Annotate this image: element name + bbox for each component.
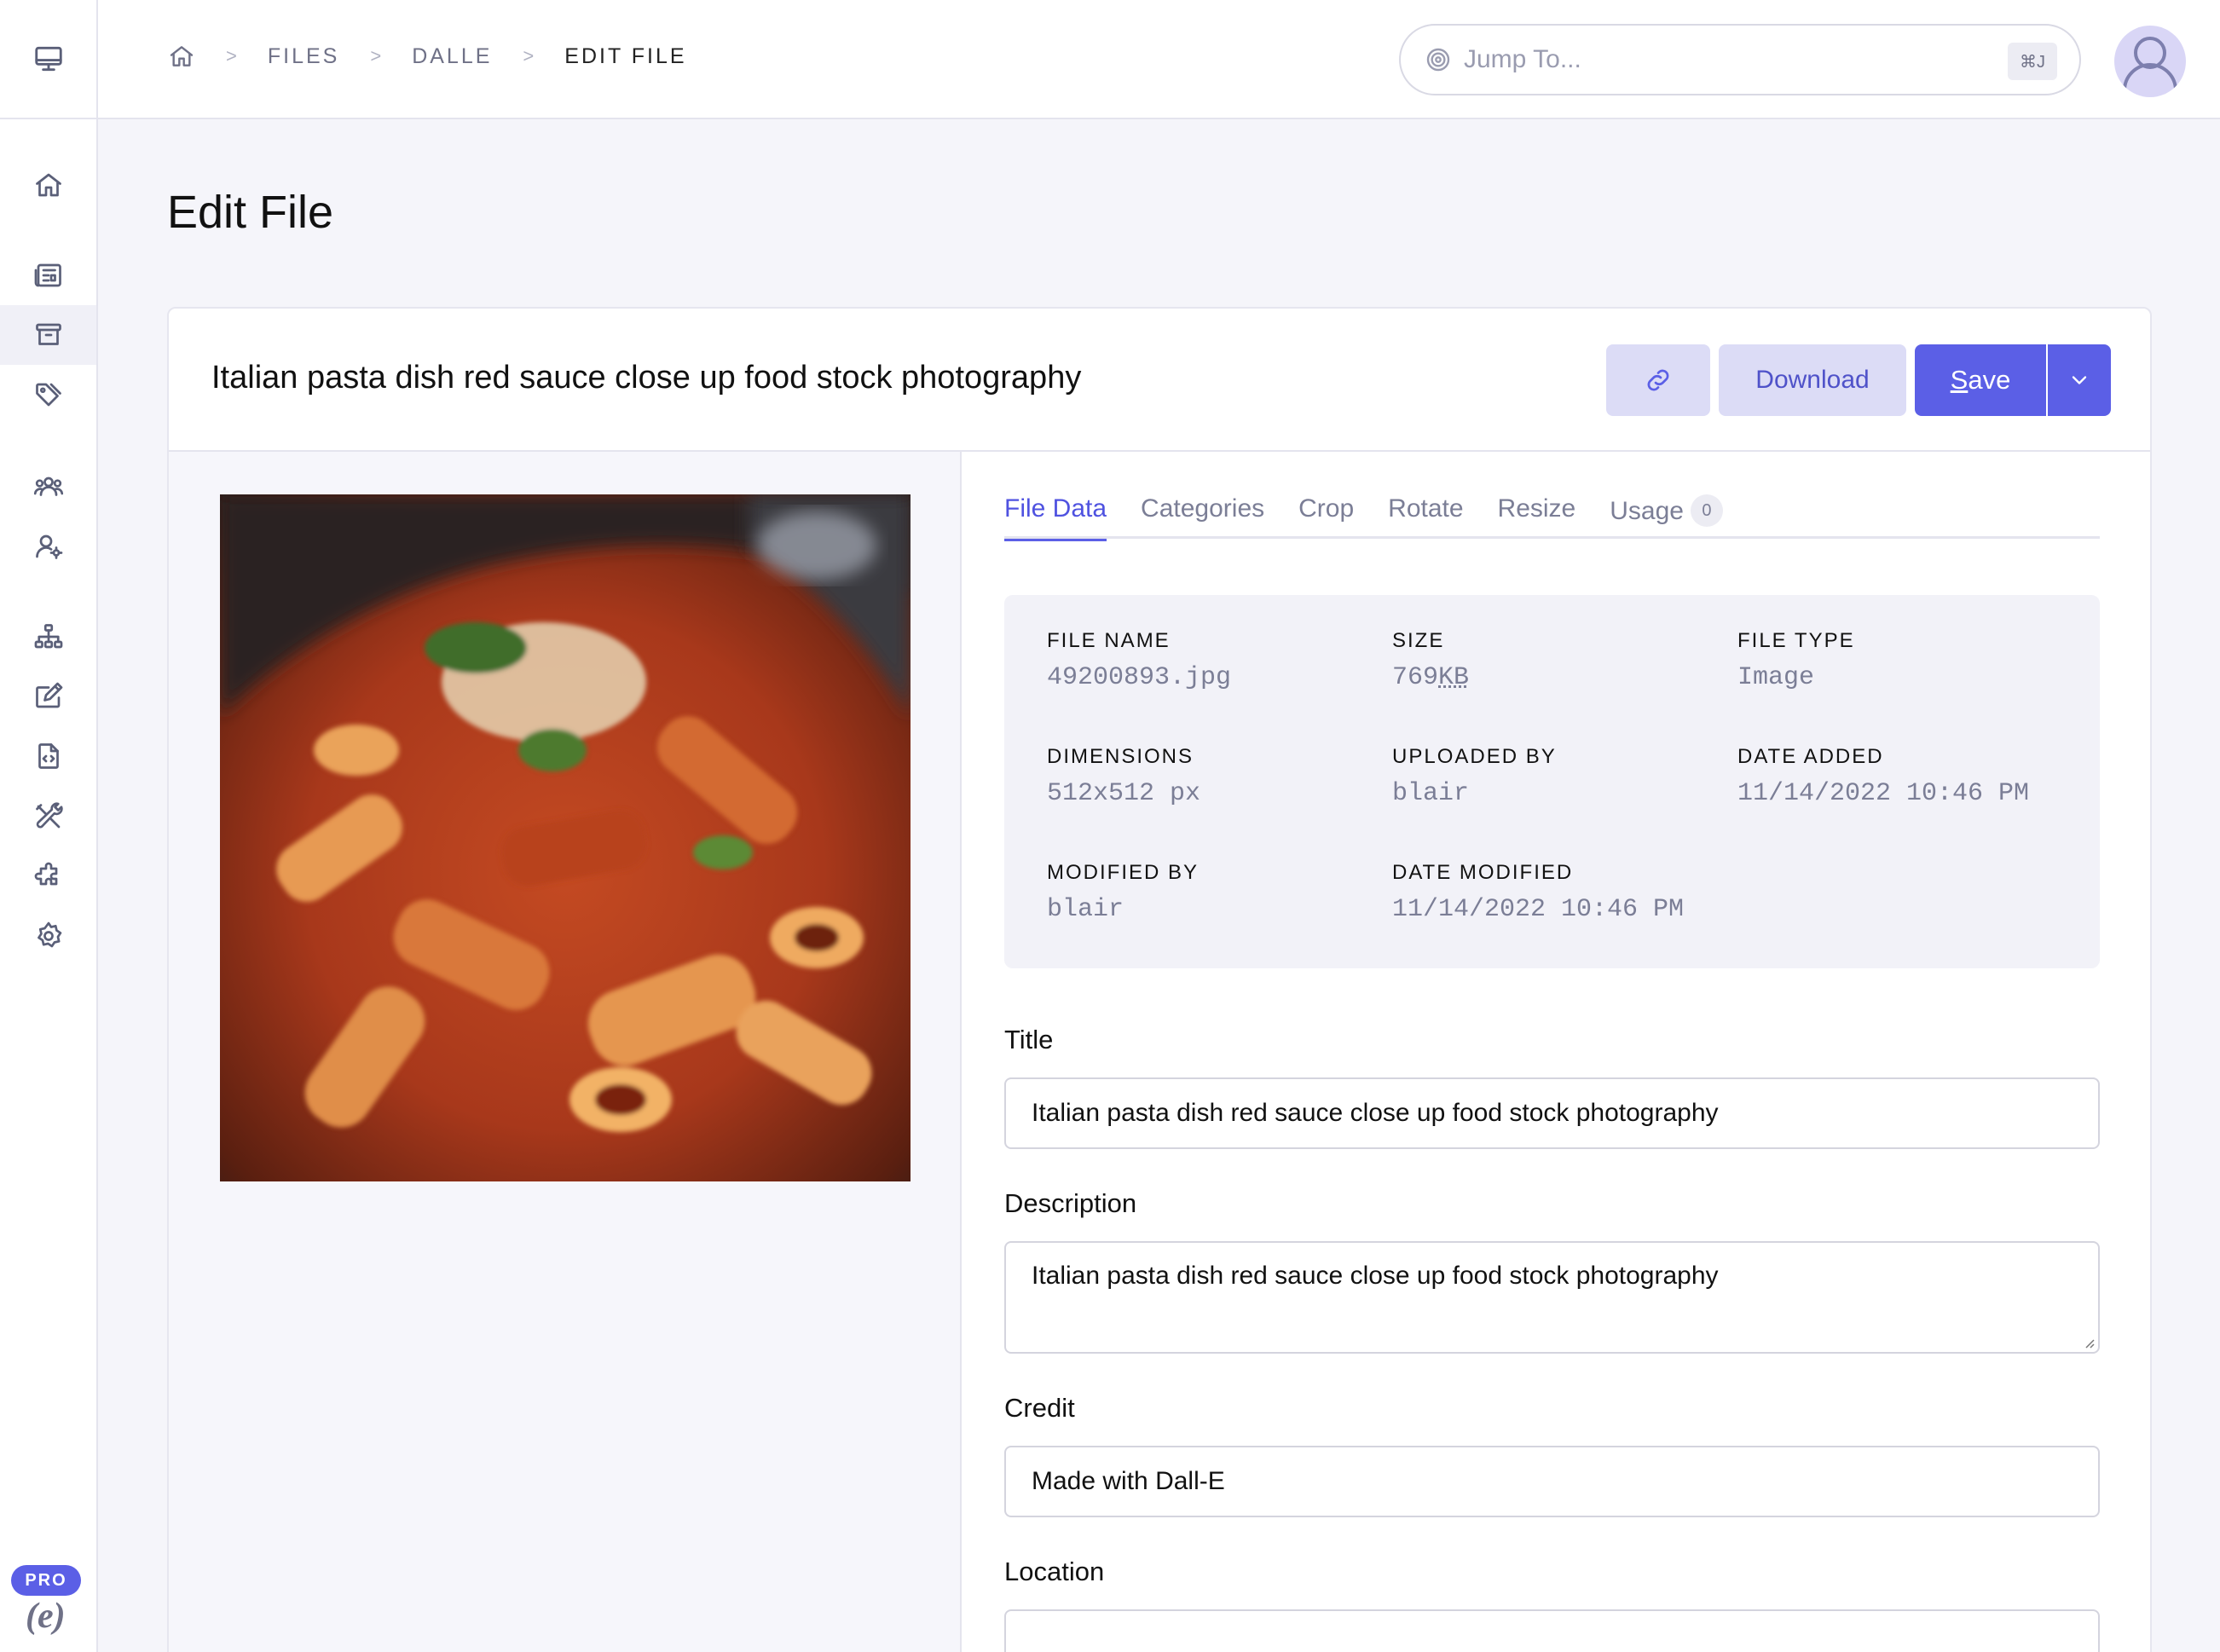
breadcrumb-current: EDIT FILE	[564, 43, 687, 68]
member-roles-icon[interactable]	[0, 517, 96, 576]
meta-value: 11/14/2022 10:46 PM	[1392, 895, 1685, 924]
usage-count-badge: 0	[1690, 494, 1723, 527]
file-heading: Italian pasta dish red sauce close up fo…	[211, 360, 1082, 396]
description-text: Italian pasta dish red sauce close up fo…	[1032, 1262, 1719, 1290]
meta-dimensions: DIMENSIONS 512x512 px	[1047, 745, 1200, 808]
edit-file-card: Italian pasta dish red sauce close up fo…	[167, 307, 2152, 1652]
meta-value: 512x512 px	[1047, 779, 1201, 808]
home-icon[interactable]	[168, 43, 195, 70]
meta-value: Image	[1737, 663, 1815, 692]
pro-badge: PRO	[11, 1565, 81, 1596]
top-header: > FILES > DALLE > EDIT FILE Jump To... ⌘…	[98, 0, 2220, 119]
copy-link-button[interactable]	[1606, 344, 1710, 416]
tab-rotate[interactable]: Rotate	[1388, 494, 1463, 539]
size-unit: KB	[1438, 663, 1470, 692]
description-textarea[interactable]: Italian pasta dish red sauce close up fo…	[1004, 1241, 2100, 1354]
download-button[interactable]: Download	[1719, 344, 1906, 416]
structure-icon[interactable]	[0, 607, 96, 667]
home-icon[interactable]	[0, 155, 96, 215]
credit-label: Credit	[1004, 1393, 1075, 1423]
chevron-down-icon	[2067, 368, 2091, 392]
tab-crop[interactable]: Crop	[1298, 494, 1354, 539]
save-options-dropdown[interactable]	[2048, 344, 2111, 416]
sidebar-top	[0, 0, 96, 119]
files-icon[interactable]	[0, 305, 96, 365]
meta-value: blair	[1392, 779, 1470, 808]
tab-resize[interactable]: Resize	[1498, 494, 1576, 539]
title-input[interactable]: Italian pasta dish red sauce close up fo…	[1004, 1077, 2100, 1149]
meta-label: MODIFIED BY	[1047, 861, 1200, 884]
meta-value: 11/14/2022 10:46 PM	[1737, 779, 2030, 808]
meta-label: DATE ADDED	[1737, 745, 1884, 768]
breadcrumb-separator: >	[523, 45, 535, 66]
categories-icon[interactable]	[0, 365, 96, 425]
meta-date-modified: DATE MODIFIED 11/14/2022 10:46 PM	[1392, 861, 1684, 924]
file-tabs: File Data Categories Crop Rotate Resize …	[1004, 494, 2100, 541]
entries-icon[interactable]	[0, 245, 96, 305]
meta-file-name: FILE NAME 49200893.jpg	[1047, 629, 1231, 692]
breadcrumb-dalle[interactable]: DALLE	[412, 44, 492, 69]
meta-value: blair	[1047, 895, 1124, 924]
description-label: Description	[1004, 1188, 1137, 1218]
tools-icon[interactable]	[0, 787, 96, 846]
breadcrumb: > FILES > DALLE > EDIT FILE	[168, 43, 687, 70]
tab-categories[interactable]: Categories	[1141, 494, 1264, 539]
save-label: ave	[1968, 365, 2011, 395]
resize-handle-icon[interactable]	[2081, 1335, 2095, 1349]
expressionengine-logo[interactable]: (e)	[26, 1596, 66, 1637]
members-icon[interactable]	[0, 456, 96, 516]
page-title: Edit File	[167, 187, 334, 238]
templates-icon[interactable]	[0, 726, 96, 786]
meta-label: UPLOADED BY	[1392, 745, 1557, 768]
save-button[interactable]: Save	[1915, 344, 2046, 416]
breadcrumb-separator: >	[370, 45, 382, 66]
avatar[interactable]	[2114, 26, 2186, 97]
meta-label: DATE MODIFIED	[1392, 861, 1574, 884]
jump-to-search[interactable]: Jump To... ⌘J	[1399, 24, 2081, 95]
jump-to-placeholder: Jump To...	[1464, 45, 1581, 73]
card-header: Italian pasta dish red sauce close up fo…	[169, 309, 2150, 452]
meta-file-type: FILE TYPE Image	[1737, 629, 1855, 692]
meta-label: FILE NAME	[1047, 629, 1171, 652]
file-image-preview	[220, 494, 911, 1181]
link-icon	[1643, 365, 1674, 396]
location-input[interactable]	[1004, 1609, 2100, 1652]
sidebar: PRO (e)	[0, 0, 98, 1652]
meta-value: 769KB	[1392, 663, 1470, 692]
save-accesskey: S	[1950, 365, 1969, 395]
meta-label: DIMENSIONS	[1047, 745, 1194, 768]
desktop-icon[interactable]	[32, 43, 65, 75]
meta-label: FILE TYPE	[1737, 629, 1855, 652]
settings-icon[interactable]	[0, 906, 96, 966]
keyboard-shortcut: ⌘J	[2008, 43, 2057, 80]
meta-value: 49200893.jpg	[1047, 663, 1232, 692]
credit-input[interactable]: Made with Dall-E	[1004, 1446, 2100, 1517]
tab-usage[interactable]: Usage 0	[1610, 494, 1723, 539]
image-preview-pane	[169, 452, 962, 1652]
meta-uploaded-by: UPLOADED BY blair	[1392, 745, 1557, 808]
target-icon	[1425, 46, 1452, 73]
tab-file-data[interactable]: File Data	[1004, 494, 1107, 541]
title-label: Title	[1004, 1025, 1054, 1054]
tab-usage-label: Usage	[1610, 497, 1684, 525]
file-metadata-panel: FILE NAME 49200893.jpg SIZE 769KB FILE T…	[1004, 595, 2100, 968]
meta-size: SIZE 769KB	[1392, 629, 1469, 692]
editor-icon[interactable]	[0, 667, 96, 726]
addons-icon[interactable]	[0, 846, 96, 906]
breadcrumb-files[interactable]: FILES	[268, 44, 339, 69]
breadcrumb-separator: >	[226, 45, 237, 66]
location-label: Location	[1004, 1557, 1105, 1586]
meta-modified-by: MODIFIED BY blair	[1047, 861, 1199, 924]
meta-label: SIZE	[1392, 629, 1445, 652]
meta-date-added: DATE ADDED 11/14/2022 10:46 PM	[1737, 745, 2029, 808]
